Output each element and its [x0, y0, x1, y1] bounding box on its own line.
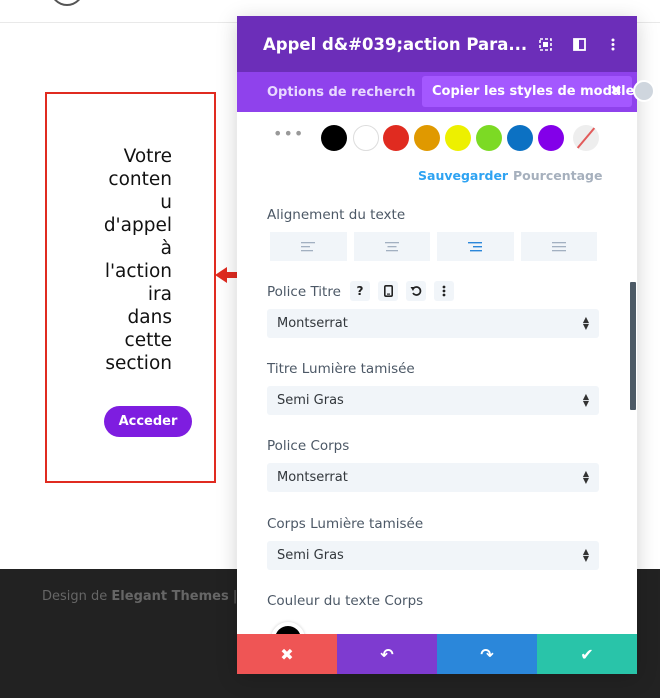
- cta-button[interactable]: Acceder: [104, 406, 192, 437]
- body-font-select[interactable]: Montserrat ▲ ▼: [267, 463, 599, 492]
- body-weight-value: Semi Gras: [277, 548, 344, 563]
- drag-handle-icon[interactable]: [633, 80, 655, 102]
- align-center-button[interactable]: [353, 232, 430, 261]
- cancel-button[interactable]: ✖: [237, 634, 337, 674]
- select-arrows-icon: ▲ ▼: [582, 547, 589, 563]
- annotation-arrow-icon: [215, 267, 239, 283]
- body-color-preview[interactable]: [271, 622, 305, 634]
- align-center-icon: [384, 241, 399, 251]
- cta-text-line: u: [160, 192, 172, 213]
- help-icon[interactable]: ?: [350, 281, 370, 301]
- copy-module-styles-label: Copier les styles de module: [432, 84, 635, 99]
- undo-button[interactable]: ↶: [337, 634, 437, 674]
- save-color-link[interactable]: Sauvegarder: [418, 168, 508, 183]
- cta-text-line: l'action: [104, 261, 172, 282]
- body-font-label: Police Corps: [267, 438, 350, 454]
- panel-action-bar: ✖ ↶ ↷ ✔: [237, 634, 637, 674]
- body-weight-select[interactable]: Semi Gras ▲ ▼: [267, 541, 599, 570]
- reset-icon[interactable]: [406, 281, 426, 301]
- title-weight-label: Titre Lumière tamisée: [267, 361, 415, 377]
- color-swatch-yellow[interactable]: [445, 125, 471, 151]
- body-font-value: Montserrat: [277, 470, 348, 485]
- color-swatch-blue[interactable]: [507, 125, 533, 151]
- cta-text-line: ira: [147, 284, 172, 305]
- color-swatch-green[interactable]: [476, 125, 502, 151]
- title-weight-value: Semi Gras: [277, 393, 344, 408]
- text-align-options: [270, 232, 597, 261]
- cta-text-line: d'appel: [103, 215, 172, 236]
- color-swatch-white[interactable]: [353, 125, 379, 151]
- panel-header: Appel d&#039;action Para...: [237, 16, 637, 72]
- align-right-icon: [468, 241, 483, 251]
- logo-icon: [50, 0, 84, 6]
- more-swatches-icon[interactable]: •••: [273, 124, 304, 143]
- panel-body: ••• Sauvegarder Pourcentage Alignement d…: [237, 112, 637, 634]
- color-swatch-orange[interactable]: [414, 125, 440, 151]
- body-weight-label: Corps Lumière tamisée: [267, 516, 424, 532]
- footer-brand-link[interactable]: Elegant Themes: [111, 589, 228, 604]
- title-font-select[interactable]: Montserrat ▲ ▼: [267, 309, 599, 338]
- cta-text-line: conten: [108, 169, 172, 190]
- cta-text: Votre conten u d'appel à l'action ira da…: [86, 145, 172, 375]
- save-button[interactable]: ✔: [537, 634, 637, 674]
- align-left-button[interactable]: [270, 232, 347, 261]
- module-settings-panel: Appel d&#039;action Para... Options de r…: [237, 16, 637, 674]
- body-color-label: Couleur du texte Corps: [267, 593, 424, 609]
- align-justify-button[interactable]: [520, 232, 597, 261]
- cta-text-line: Votre: [123, 146, 172, 167]
- cta-text-line: dans: [127, 307, 172, 328]
- panel-scrollbar[interactable]: [630, 282, 636, 410]
- cta-text-line: à: [160, 238, 172, 259]
- percent-link[interactable]: Pourcentage: [513, 168, 602, 183]
- more-vertical-icon[interactable]: [434, 281, 454, 301]
- split-view-icon[interactable]: [569, 34, 589, 54]
- cta-text-line: section: [105, 353, 172, 374]
- text-align-label: Alignement du texte: [267, 207, 406, 223]
- close-icon[interactable]: ✖: [610, 83, 622, 99]
- title-font-label: Police Titre: [267, 284, 341, 300]
- title-weight-select[interactable]: Semi Gras ▲ ▼: [267, 386, 599, 415]
- footer-credit: Design de Elegant Themes |: [42, 589, 237, 604]
- no-color-icon[interactable]: [573, 125, 599, 151]
- copy-module-styles-button[interactable]: Copier les styles de module ✖: [422, 76, 635, 107]
- mobile-icon[interactable]: [378, 281, 398, 301]
- more-vertical-icon[interactable]: [603, 34, 623, 54]
- align-right-button[interactable]: [437, 232, 514, 261]
- align-left-icon: [301, 241, 316, 251]
- panel-tabbar: Options de recherch Copier les styles de…: [237, 72, 637, 112]
- title-font-value: Montserrat: [277, 316, 348, 331]
- select-arrows-icon: ▲ ▼: [582, 392, 589, 408]
- select-arrows-icon: ▲ ▼: [582, 469, 589, 485]
- panel-title: Appel d&#039;action Para...: [263, 34, 528, 54]
- redo-button[interactable]: ↷: [437, 634, 537, 674]
- title-font-label-icons: ?: [350, 281, 454, 301]
- expand-icon[interactable]: [535, 34, 555, 54]
- color-swatch-purple[interactable]: [538, 125, 564, 151]
- color-swatch-black[interactable]: [321, 125, 347, 151]
- footer-prefix: Design de: [42, 589, 108, 604]
- color-swatch-red[interactable]: [383, 125, 409, 151]
- tab-search-options[interactable]: Options de recherch: [237, 85, 423, 100]
- align-justify-icon: [551, 241, 566, 251]
- select-arrows-icon: ▲ ▼: [582, 315, 589, 331]
- page: Votre conten u d'appel à l'action ira da…: [0, 0, 660, 698]
- cta-text-line: cette: [124, 330, 172, 351]
